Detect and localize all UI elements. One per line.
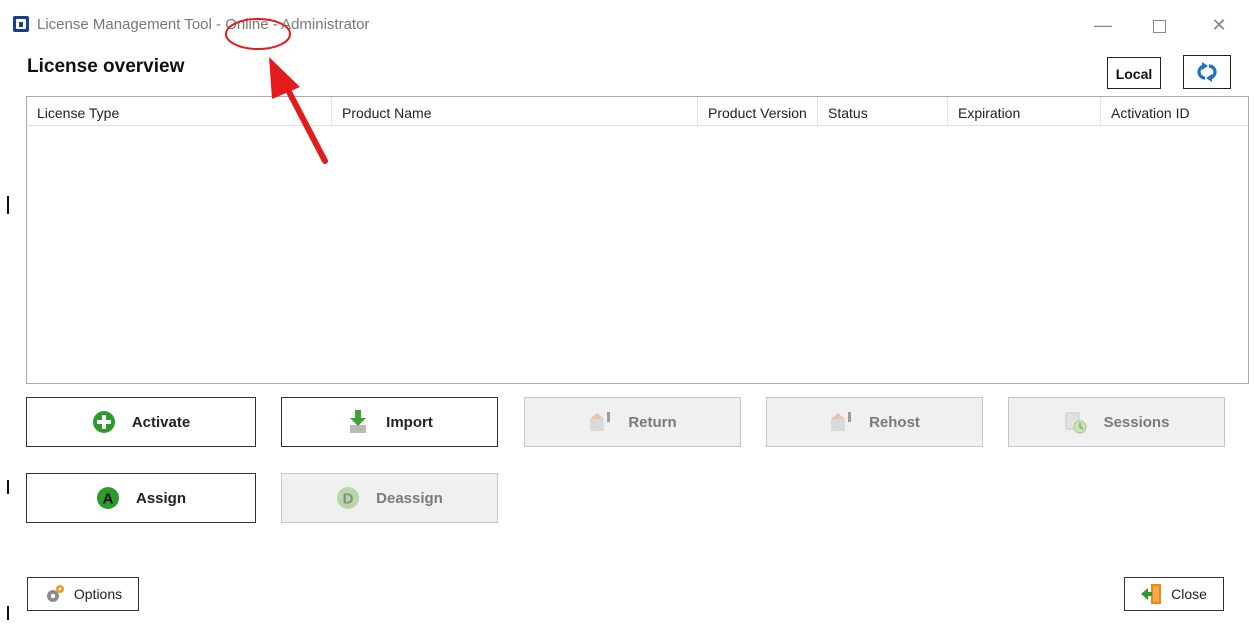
deassign-label: Deassign — [376, 489, 443, 507]
svg-text:A: A — [103, 491, 114, 508]
background-window-edge — [0, 0, 10, 624]
sessions-label: Sessions — [1103, 413, 1170, 431]
column-header-status[interactable]: Status — [818, 97, 948, 125]
rehost-label: Rehost — [869, 413, 920, 431]
column-header-license-type[interactable]: License Type — [27, 97, 332, 125]
rehost-button[interactable]: Rehost — [766, 397, 983, 447]
title-mode: Online — [225, 16, 269, 33]
close-label: Close — [1171, 586, 1207, 602]
return-button[interactable]: Return — [524, 397, 741, 447]
deassign-button[interactable]: D Deassign — [281, 473, 498, 523]
svg-text:D: D — [343, 491, 354, 508]
sessions-button[interactable]: Sessions — [1008, 397, 1225, 447]
assign-a-icon: A — [96, 486, 120, 510]
activate-button[interactable]: Activate — [26, 397, 256, 447]
gear-icon — [44, 583, 66, 605]
license-management-window: License Management Tool - Online - Admin… — [9, 0, 1256, 624]
sessions-icon — [1064, 410, 1088, 434]
minimize-icon: — — [1094, 15, 1112, 35]
title-bar: License Management Tool - Online - Admin… — [9, 0, 1256, 50]
assign-label: Assign — [135, 489, 186, 507]
assign-button[interactable]: A Assign — [26, 473, 256, 523]
rehost-icon — [829, 410, 853, 434]
column-header-product-version[interactable]: Product Version — [698, 97, 818, 125]
window-title: License Management Tool - Online - Admin… — [37, 16, 369, 33]
maximize-button[interactable] — [1139, 10, 1179, 40]
refresh-button[interactable] — [1183, 55, 1231, 89]
deassign-d-icon: D — [336, 486, 360, 510]
minimize-button[interactable]: — — [1083, 10, 1123, 40]
return-label: Return — [628, 413, 677, 431]
activate-label: Activate — [131, 413, 191, 431]
close-icon: ✕ — [1211, 15, 1227, 35]
column-header-expiration[interactable]: Expiration — [948, 97, 1101, 125]
title-user: Administrator — [281, 16, 370, 33]
local-button[interactable]: Local — [1107, 57, 1161, 89]
column-header-activation-id[interactable]: Activation ID — [1101, 97, 1248, 125]
license-table[interactable]: License Type Product Name Product Versio… — [26, 96, 1249, 384]
title-app-name: License Management Tool — [37, 16, 212, 33]
options-button[interactable]: Options — [27, 577, 139, 611]
window-close-button[interactable]: ✕ — [1199, 10, 1239, 40]
import-button[interactable]: Import — [281, 397, 498, 447]
table-header: License Type Product Name Product Versio… — [27, 97, 1248, 126]
title-separator: - — [268, 16, 282, 33]
exit-door-icon — [1141, 583, 1163, 605]
maximize-icon — [1152, 19, 1166, 33]
import-icon — [346, 410, 370, 434]
column-header-product-name[interactable]: Product Name — [332, 97, 698, 125]
return-icon — [588, 410, 612, 434]
import-label: Import — [386, 413, 433, 431]
options-label: Options — [73, 586, 123, 602]
app-lock-icon — [13, 16, 29, 32]
plus-circle-icon — [92, 410, 116, 434]
refresh-icon — [1197, 62, 1217, 82]
license-overview-heading: License overview — [27, 56, 185, 77]
title-separator: - — [211, 16, 226, 33]
close-button[interactable]: Close — [1124, 577, 1224, 611]
